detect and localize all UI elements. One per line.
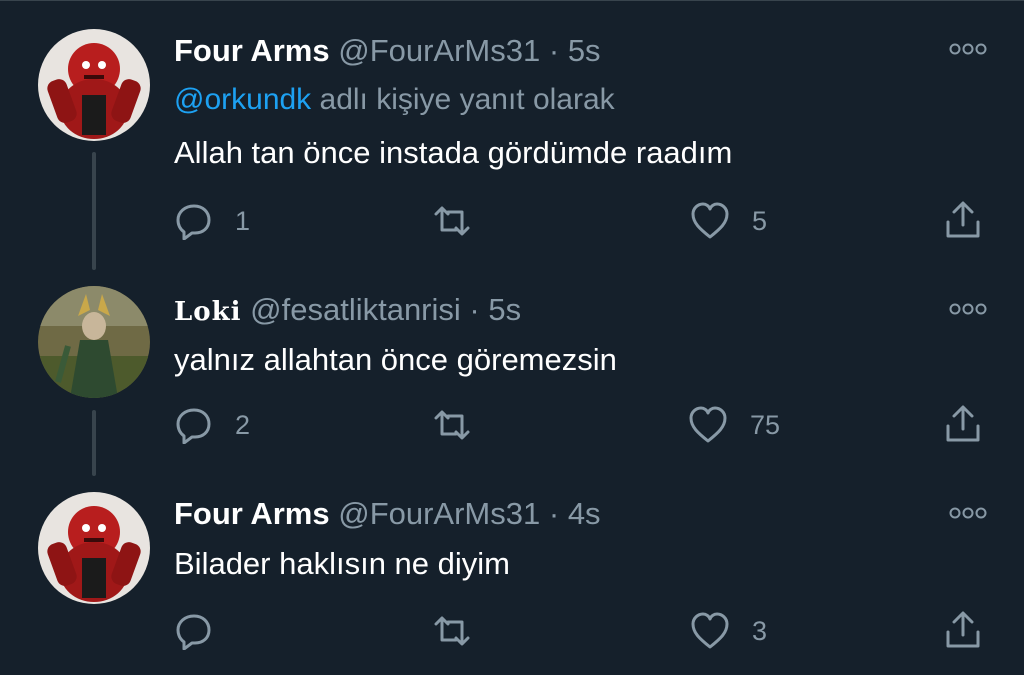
reply-icon (176, 204, 211, 240)
retweet-icon (434, 616, 470, 646)
top-divider (0, 0, 1024, 1)
heart-icon (691, 612, 729, 649)
author-handle[interactable]: @FourArMs31 (338, 496, 540, 531)
like-count: 5 (752, 205, 768, 236)
timestamp[interactable]: 4s (568, 496, 601, 531)
reply-context-text: adlı kişiye yanıt olarak (311, 83, 615, 116)
retweet-icon (434, 206, 470, 236)
heart-icon (689, 406, 727, 443)
thread-line (92, 410, 96, 476)
timestamp[interactable]: 5s (568, 33, 601, 68)
avatar[interactable] (38, 29, 150, 141)
tweet-text: Bilader haklısın ne diyim (174, 546, 510, 581)
author-name[interactable]: Four Arms (174, 496, 330, 531)
like-count: 75 (750, 409, 781, 440)
author-name[interactable]: Four Arms (174, 33, 330, 68)
author-name[interactable]: Loki (174, 297, 242, 327)
like-button[interactable]: 5 (690, 202, 767, 240)
reply-icon (176, 614, 211, 650)
retweet-button[interactable] (432, 204, 494, 238)
separator: · (469, 292, 480, 327)
reply-context: @orkundk adlı kişiye yanıt olarak (174, 83, 615, 117)
like-button[interactable]: 3 (690, 612, 767, 650)
tweet-header: Four Arms @FourArMs31 · 4s (174, 496, 601, 532)
reply-button[interactable] (175, 612, 235, 650)
share-button[interactable] (944, 610, 982, 650)
more-options-icon[interactable] (948, 302, 988, 316)
share-icon (946, 405, 980, 442)
more-options-icon[interactable] (948, 506, 988, 520)
retweet-button[interactable] (432, 408, 494, 442)
tweet-text: Allah tan önce instada gördümde raadım (174, 135, 733, 170)
separator: · (548, 496, 560, 531)
tweet-text: yalnız allahtan önce göremezsin (174, 342, 617, 377)
timestamp[interactable]: 5s (488, 292, 521, 327)
reply-count: 1 (235, 205, 251, 236)
avatar[interactable] (38, 492, 150, 604)
separator: · (548, 33, 560, 68)
more-options-icon[interactable] (948, 42, 988, 56)
thread-line (92, 152, 96, 270)
retweet-icon (434, 410, 470, 440)
reply-count: 2 (235, 409, 251, 440)
heart-icon (691, 202, 729, 239)
reply-icon (176, 408, 211, 444)
tweet-header: Four Arms @FourArMs31 · 5s (174, 33, 601, 69)
author-handle[interactable]: @FourArMs31 (338, 33, 540, 68)
avatar[interactable] (38, 286, 150, 398)
share-icon (946, 201, 980, 238)
retweet-button[interactable] (432, 614, 494, 648)
share-button[interactable] (944, 404, 982, 444)
tweet-header: Loki @fesatliktanrisi · 5s (174, 292, 521, 328)
reply-button[interactable]: 2 (175, 406, 250, 444)
mention-link[interactable]: @orkundk (174, 83, 311, 116)
share-button[interactable] (944, 200, 982, 240)
author-handle[interactable]: @fesatliktanrisi (250, 292, 461, 327)
share-icon (946, 611, 980, 648)
like-count: 3 (752, 615, 768, 646)
reply-button[interactable]: 1 (175, 202, 250, 240)
like-button[interactable]: 75 (688, 406, 780, 444)
